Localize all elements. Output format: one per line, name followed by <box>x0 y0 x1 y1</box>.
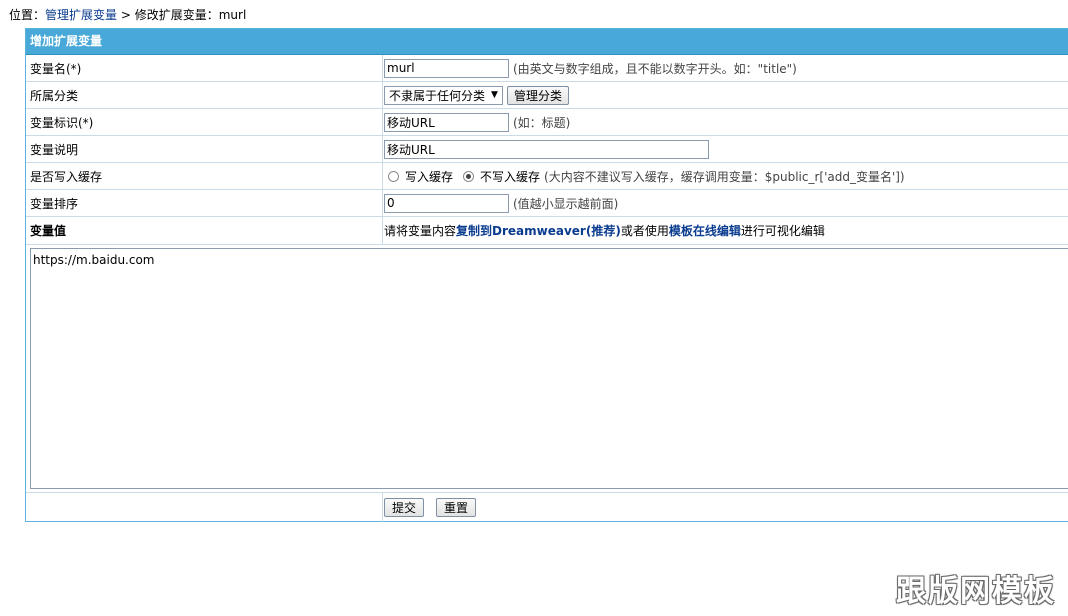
var-value-textarea[interactable]: https://m.baidu.com <box>30 248 1068 489</box>
copy-to-dreamweaver-link[interactable]: 复制到Dreamweaver(推荐) <box>456 222 621 239</box>
row-category: 所属分类 不隶属于任何分类 ▼ 管理分类 <box>26 82 1068 109</box>
var-name-hint: (由英文与数字组成，且不能以数字开头。如："title") <box>513 61 797 76</box>
breadcrumb-current: 修改扩展变量：murl <box>134 8 247 22</box>
var-name-label: 变量名(*) <box>30 61 82 76</box>
order-input[interactable] <box>384 193 509 213</box>
breadcrumb-prefix: 位置： <box>9 8 46 22</box>
cache-no-radio[interactable] <box>463 170 475 182</box>
row-var-value: 变量值 请将变量内容 复制到Dreamweaver(推荐) 或者使用 模板在线编辑 进行… <box>26 217 1068 245</box>
cache-yes-label: 写入缓存 <box>405 169 454 184</box>
add-variable-form: 增加扩展变量 变量名(*) (由英文与数字组成，且不能以数字开头。如："titl… <box>25 28 1068 522</box>
manage-category-button[interactable]: 管理分类 <box>506 85 569 105</box>
submit-button[interactable]: 提交 <box>384 498 424 517</box>
cache-hint: (大内容不建议写入缓存，缓存调用变量：$public_r['add_变量名']) <box>544 169 905 184</box>
dropdown-arrow-icon: ▼ <box>491 90 498 100</box>
template-online-edit-link[interactable]: 模板在线编辑 <box>669 222 741 239</box>
var-mark-hint: (如：标题) <box>513 115 571 130</box>
row-var-desc: 变量说明 <box>26 136 1068 163</box>
var-value-desc-middle: 或者使用 <box>620 224 669 238</box>
breadcrumb-separator: > <box>117 8 135 22</box>
category-selected-value: 不隶属于任何分类 <box>389 88 486 103</box>
row-var-value-content: https://m.baidu.com <box>26 245 1068 493</box>
category-select[interactable]: 不隶属于任何分类 ▼ <box>384 85 503 105</box>
var-mark-label: 变量标识(*) <box>30 115 94 130</box>
breadcrumb: 位置：管理扩展变量 > 修改扩展变量：murl <box>9 6 246 23</box>
var-mark-input[interactable] <box>384 112 509 132</box>
order-hint: (值越小显示越前面) <box>513 196 619 211</box>
cache-yes-radio[interactable] <box>388 170 399 182</box>
var-value-desc-suffix: 进行可视化编辑 <box>740 224 825 238</box>
row-var-name: 变量名(*) (由英文与数字组成，且不能以数字开头。如："title") <box>26 55 1068 82</box>
order-label: 变量排序 <box>30 196 79 211</box>
cache-no-label: 不写入缓存 <box>480 169 541 184</box>
breadcrumb-link-manage-vars[interactable]: 管理扩展变量 <box>45 8 117 22</box>
cache-label: 是否写入缓存 <box>30 169 103 184</box>
row-cache: 是否写入缓存 写入缓存 不写入缓存 (大内容不建议写入缓存，缓存调用变量：$pu… <box>26 163 1068 190</box>
watermark-logo: 跟版网模板 <box>896 574 1056 609</box>
var-desc-label: 变量说明 <box>30 142 79 157</box>
form-title: 增加扩展变量 <box>26 29 1068 55</box>
row-order: 变量排序 (值越小显示越前面) <box>26 190 1068 217</box>
row-actions: 提交 重置 <box>26 493 1068 522</box>
var-value-desc-prefix: 请将变量内容 <box>384 224 457 238</box>
var-value-label: 变量值 <box>30 224 67 238</box>
var-desc-input[interactable] <box>384 139 709 159</box>
var-name-input[interactable] <box>384 58 509 78</box>
row-var-mark: 变量标识(*) (如：标题) <box>26 109 1068 136</box>
category-label: 所属分类 <box>30 88 79 103</box>
reset-button[interactable]: 重置 <box>436 498 476 517</box>
